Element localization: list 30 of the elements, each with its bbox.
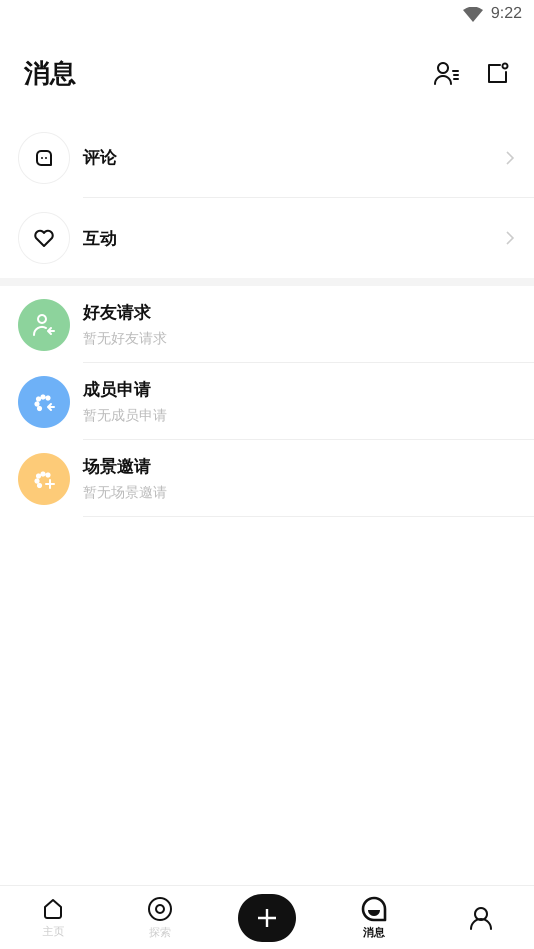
nav-tab[interactable]: 消息 [320,896,428,940]
page-title: 消息 [24,58,77,90]
square-dot-icon [486,61,510,85]
compose-button[interactable] [486,61,510,85]
status-time: 9:22 [490,5,522,23]
chat-bubble-icon [360,896,387,922]
entry-row[interactable]: 互动 [0,198,534,278]
heart-icon [33,228,55,248]
request-row[interactable]: 场景邀请 暂无场景邀请 [0,440,534,517]
request-row[interactable]: 成员申请 暂无成员申请 [0,363,534,440]
entry-label: 评论 [83,147,118,169]
entry-row[interactable]: 评论 [0,118,534,198]
request-subtitle: 暂无场景邀请 [83,484,168,502]
request-subtitle: 暂无成员申请 [83,406,168,424]
request-title: 成员申请 [83,378,152,400]
chevron-right-icon [506,231,514,245]
request-row[interactable]: 好友请求 暂无好友请求 [0,286,534,363]
chat-bubble-icon [34,148,54,168]
target-icon [147,896,174,922]
person-icon [468,906,493,930]
wifi-icon [462,6,483,22]
request-subtitle: 暂无好友请求 [83,330,168,348]
request-title: 场景邀请 [83,456,152,478]
contacts-button[interactable] [434,61,460,85]
chevron-right-icon [506,150,514,164]
plus-icon [256,908,277,928]
person-list-icon [434,61,460,85]
request-title: 好友请求 [83,302,152,324]
entry-label: 互动 [83,228,118,250]
add-button[interactable] [238,894,296,942]
